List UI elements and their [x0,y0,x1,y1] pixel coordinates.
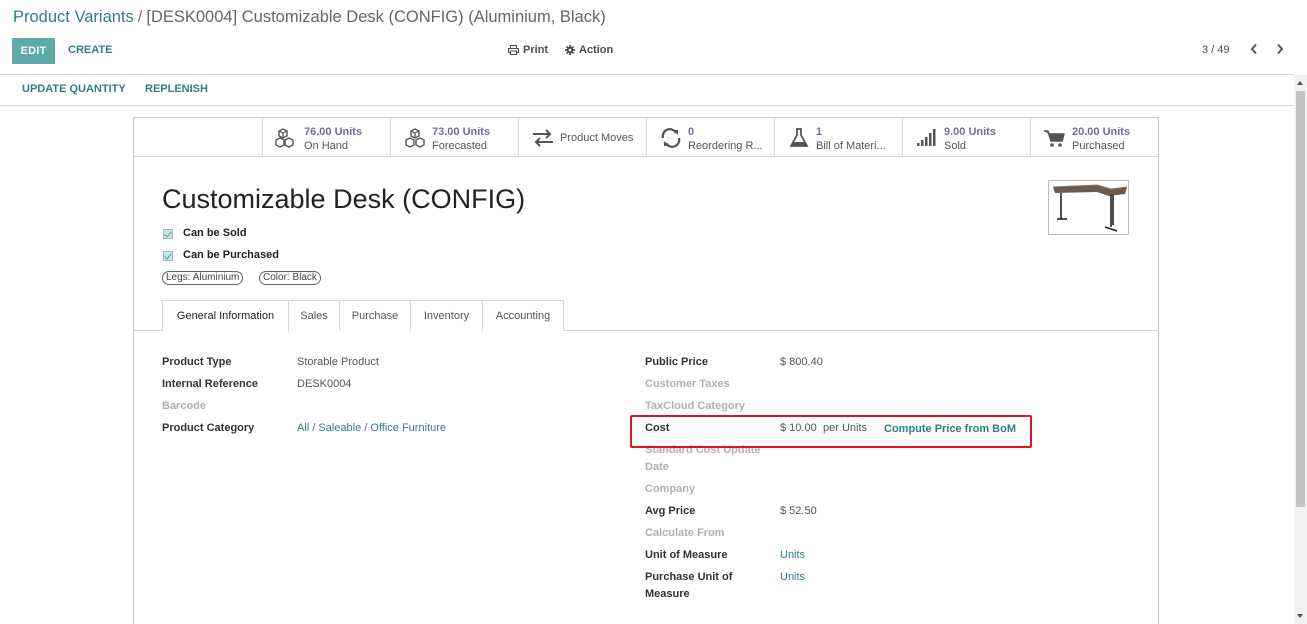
desk-image [1052,184,1128,232]
calculate-from-label: Calculate From [645,527,725,539]
purchase-uom-label-line1: Purchase Unit of [645,571,733,583]
public-price-value: $ 800.40 [780,356,823,368]
pager-previous-button[interactable] [1250,42,1258,58]
standard-cost-update-date-label-line2: Date [645,461,669,473]
cost-highlight-box [630,415,1032,448]
action-button[interactable]: Action [565,44,613,56]
can-be-sold-checkbox[interactable] [163,229,173,239]
customer-taxes-label: Customer Taxes [645,378,730,390]
create-button[interactable]: CREATE [68,44,112,56]
forecasted-value: 73.00 Units [432,126,491,138]
can-be-sold-label: Can be Sold [183,227,247,239]
print-icon [508,45,519,55]
bill-of-materials-label: Bill of Materi... [816,140,886,152]
can-be-purchased-label: Can be Purchased [183,249,279,261]
replenish-button[interactable]: REPLENISH [145,83,208,95]
refresh-icon [661,128,681,148]
breadcrumb-separator: / [137,8,143,26]
unit-of-measure-label: Unit of Measure [645,549,728,561]
purchased-label: Purchased [1072,140,1125,152]
internal-reference-value: DESK0004 [297,378,352,390]
statusbar: UPDATE QUANTITY REPLENISH [0,75,1294,106]
product-type-label: Product Type [162,356,232,368]
public-price-label: Public Price [645,356,708,368]
purchase-uom-link[interactable]: Units [780,571,805,583]
pager-next-button[interactable] [1276,42,1284,58]
on-hand-value: 76.00 Units [304,126,363,138]
tab-inventory[interactable]: Inventory [410,300,483,331]
tab-general-information[interactable]: General Information [162,300,289,332]
update-quantity-button[interactable]: UPDATE QUANTITY [22,83,126,95]
product-type-value: Storable Product [297,356,379,368]
product-category-link[interactable]: All / Saleable / Office Furniture [297,422,446,434]
company-label: Company [645,483,696,495]
edit-button[interactable]: EDIT [12,38,55,64]
action-label: Action [579,44,614,56]
smart-button-sold[interactable]: 9.00 Units Sold [902,118,1030,156]
purchased-value: 20.00 Units [1072,126,1131,138]
smart-button-on-hand[interactable]: 76.00 Units On Hand [262,118,390,156]
notebook-tabs: General Information Sales Purchase Inven… [134,300,1158,332]
on-hand-label: On Hand [304,140,349,152]
product-image[interactable] [1048,180,1129,235]
smart-button-box: 76.00 Units On Hand 73.00 Units Forecast… [134,118,1158,157]
sold-value: 9.00 Units [944,126,996,138]
tab-accounting[interactable]: Accounting [482,300,564,331]
avg-price-value: $ 52.50 [780,505,817,517]
breadcrumb-current: [DESK0004] Customizable Desk (CONFIG) (A… [146,8,606,26]
tab-sales[interactable]: Sales [288,300,340,331]
form-sheet: 76.00 Units On Hand 73.00 Units Forecast… [133,117,1159,624]
breadcrumb: Product Variants / [DESK0004] Customizable… [13,8,606,27]
print-label: Print [523,44,549,56]
attribute-tag-color: Color: Black [259,271,321,285]
cubes-icon [405,128,425,148]
unit-of-measure-link[interactable]: Units [780,549,805,561]
print-button[interactable]: Print [508,44,548,56]
scrollbar-thumb[interactable] [1296,91,1305,507]
control-panel: Product Variants / [DESK0004] Customizable… [0,0,1294,75]
tab-purchase[interactable]: Purchase [339,300,411,331]
flask-icon [789,128,809,147]
reordering-rules-label: Reordering R... [688,140,763,152]
cubes-icon [275,128,294,148]
exchange-icon [533,129,553,147]
product-moves-label: Product Moves [560,132,634,144]
smart-button-forecasted[interactable]: 73.00 Units Forecasted [390,118,518,156]
avg-price-label: Avg Price [645,505,696,517]
smart-button-product-moves[interactable]: Product Moves [518,118,646,156]
signal-icon [917,129,936,146]
purchase-uom-label-line2: Measure [645,588,690,600]
breadcrumb-product-variants[interactable]: Product Variants [13,8,134,26]
chevron-right-icon [1277,43,1284,55]
attribute-tag-legs: Legs: Aluminium [162,271,244,285]
barcode-label: Barcode [162,400,207,412]
smart-button-purchased[interactable]: 20.00 Units Purchased [1030,118,1158,156]
pager-value[interactable]: 3 / 49 [1202,44,1230,56]
chevron-left-icon [1250,43,1257,55]
cart-icon [1044,130,1065,147]
reordering-rules-value: 0 [688,126,695,138]
bill-of-materials-value: 1 [816,126,823,138]
smart-button-bill-of-materials[interactable]: 1 Bill of Materi... [774,118,902,156]
product-name: Customizable Desk (CONFIG) [162,184,526,214]
gear-icon [565,45,575,55]
can-be-purchased-checkbox[interactable] [163,251,173,261]
smart-button-reordering-rules[interactable]: 0 Reordering R... [646,118,774,156]
vertical-scrollbar[interactable] [1294,75,1307,624]
taxcloud-category-label: TaxCloud Category [645,400,746,412]
forecasted-label: Forecasted [432,140,488,152]
product-category-label: Product Category [162,422,255,434]
internal-reference-label: Internal Reference [162,378,258,390]
scroll-down-arrow-icon[interactable] [1297,614,1303,618]
scroll-up-arrow-icon[interactable] [1297,81,1303,85]
sold-label: Sold [944,140,967,152]
